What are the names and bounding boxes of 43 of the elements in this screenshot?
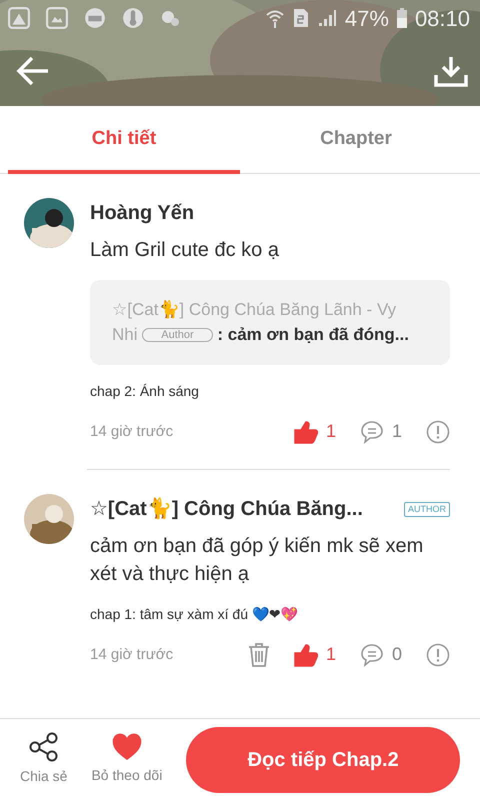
- chapter-label[interactable]: chap 2: Ánh sáng: [90, 381, 450, 402]
- author-tag: AUTHOR: [404, 502, 450, 518]
- author-name[interactable]: ☆[Cat🐈] Công Chúa Băng...: [90, 494, 363, 524]
- report-button[interactable]: [426, 420, 450, 444]
- download-icon: [434, 55, 468, 87]
- comment-text: Làm Gril cute đc ko ạ: [90, 238, 280, 263]
- report-button[interactable]: [426, 642, 450, 667]
- timestamp: 14 giờ trước: [90, 422, 174, 442]
- tab[interactable]: Chapter: [240, 106, 472, 174]
- trash-icon: [248, 642, 270, 667]
- sim-icon: [292, 8, 309, 28]
- alert-icon: [426, 642, 450, 667]
- quoted-reply-text: ☆[Cat🐈] Công Chúa Băng Lãnh - Vy Nhi Author : cảm ơn bạn đã đóng...: [112, 299, 410, 346]
- clock: 08:10: [414, 4, 470, 32]
- timestamp: 14 giờ trước: [90, 644, 174, 665]
- read-next-button[interactable]: Đọc tiếp Chap.2: [186, 726, 460, 792]
- follow-button[interactable]: Bỏ theo dõi: [91, 733, 162, 786]
- gallery-icon: [46, 7, 68, 29]
- download-button[interactable]: [434, 55, 468, 87]
- share-icon: [28, 732, 59, 762]
- like-button[interactable]: 1: [294, 641, 336, 668]
- comment-icon: [360, 420, 384, 444]
- notification-icon: [8, 7, 30, 29]
- tab[interactable]: Chi tiết: [8, 106, 240, 174]
- comment-text: cảm ơn bạn đã góp ý kiến mk sẽ xem xét và thực hiện ạ: [90, 534, 424, 588]
- comment-icon: [360, 642, 384, 667]
- share-button[interactable]: Chia sẻ: [20, 732, 68, 787]
- reply-button[interactable]: 1: [360, 418, 402, 446]
- notification-icon: [160, 8, 180, 28]
- delete-button[interactable]: [248, 642, 270, 667]
- chapter-label[interactable]: chap 1: tâm sự xàm xí đú 💙❤💖: [90, 604, 450, 626]
- like-button[interactable]: 1: [294, 418, 336, 446]
- back-arrow-icon: [16, 56, 50, 86]
- alert-icon: [426, 420, 450, 444]
- reply-button[interactable]: 0: [360, 641, 402, 668]
- battery-level: 47%: [344, 4, 389, 32]
- notification-icon: [84, 7, 106, 29]
- author-name[interactable]: Hoàng Yến: [90, 198, 194, 228]
- battery-icon: [396, 8, 407, 28]
- author-tag: Author: [142, 328, 213, 342]
- back-button[interactable]: [16, 56, 50, 86]
- signal-icon: [316, 8, 337, 28]
- thermometer-icon: [122, 7, 144, 29]
